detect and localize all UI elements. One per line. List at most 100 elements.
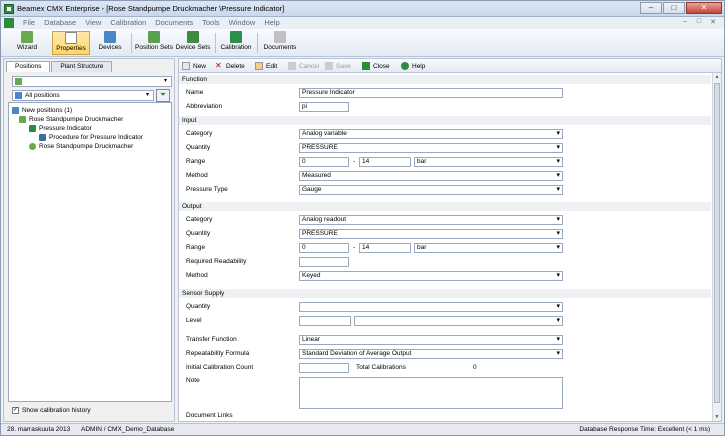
- mdi-close-button[interactable]: ✕: [708, 18, 718, 27]
- checkmark-icon: ✓: [12, 407, 19, 414]
- out-unit-select[interactable]: bar: [414, 243, 563, 253]
- tree-node-new-positions[interactable]: New positions (1): [12, 107, 72, 114]
- scroll-thumb[interactable]: [714, 83, 720, 403]
- position-icon: [15, 78, 22, 85]
- required-readability-field[interactable]: [299, 257, 349, 267]
- delete-button[interactable]: ✕ Delete: [215, 61, 245, 71]
- tab-plant-structure[interactable]: Plant Structure: [51, 61, 113, 72]
- pressure-type-select[interactable]: Gauge: [299, 185, 563, 195]
- mdi-minimize-button[interactable]: –: [680, 18, 690, 27]
- name-label: Name: [186, 89, 204, 96]
- maximize-button[interactable]: □: [663, 2, 685, 14]
- abbreviation-field[interactable]: pi: [299, 102, 349, 112]
- navigation-pane: Positions Plant Structure ▾ All position…: [3, 58, 175, 422]
- menu-tools[interactable]: Tools: [202, 18, 220, 27]
- filter-icon[interactable]: ⏷: [156, 89, 170, 102]
- edit-button[interactable]: Edit: [255, 61, 277, 71]
- filter-list-icon: [15, 92, 22, 99]
- form-scrollbar[interactable]: ▲ ▼: [712, 73, 721, 421]
- close-button[interactable]: Close: [362, 61, 390, 71]
- menu-window[interactable]: Window: [229, 18, 256, 27]
- sensor-quantity-label: Quantity: [186, 303, 211, 310]
- position-sets-button[interactable]: Position Sets: [134, 31, 174, 55]
- menu-bar: File Database View Calibration Documents…: [1, 17, 724, 29]
- help-button[interactable]: Help: [401, 61, 425, 71]
- out-range-min-field[interactable]: 0: [299, 243, 349, 253]
- new-button[interactable]: New: [182, 61, 206, 71]
- close-label: Close: [373, 62, 390, 70]
- sensor-level-unit-select[interactable]: [354, 316, 563, 326]
- tree-node-rose-2[interactable]: Rose Standpumpe Druckmacher: [29, 143, 133, 150]
- document-window-icon[interactable]: [4, 18, 14, 28]
- out-category-select[interactable]: Analog readout: [299, 215, 563, 225]
- in-category-select[interactable]: Analog variable: [299, 129, 563, 139]
- initial-calibration-count-label: Initial Calibration Count: [186, 364, 254, 371]
- section-input: Input: [179, 116, 711, 125]
- out-range-max-field[interactable]: 14: [359, 243, 411, 253]
- properties-toolbar: New ✕ Delete Edit Cancel Save Close Help: [179, 59, 721, 73]
- calibration-button[interactable]: Calibration: [219, 31, 253, 55]
- view-selector[interactable]: ▾: [12, 76, 172, 87]
- tree-node-procedure[interactable]: Procedure for Pressure Indicator: [39, 134, 143, 141]
- in-quantity-select[interactable]: PRESSURE: [299, 143, 563, 153]
- properties-label: Properties: [56, 45, 86, 52]
- menu-view[interactable]: View: [85, 18, 101, 27]
- menu-help[interactable]: Help: [264, 18, 279, 27]
- in-unit-select[interactable]: bar: [414, 157, 563, 167]
- menu-database[interactable]: Database: [44, 18, 76, 27]
- minimize-button[interactable]: –: [640, 2, 662, 14]
- show-history-checkbox[interactable]: ✓ Show calibration history: [12, 407, 91, 414]
- in-range-max-field[interactable]: 14: [359, 157, 411, 167]
- position-sets-label: Position Sets: [135, 44, 173, 51]
- tree-label: Pressure Indicator: [39, 125, 92, 132]
- save-button[interactable]: Save: [325, 61, 351, 71]
- delete-label: Delete: [226, 62, 245, 70]
- mdi-restore-button[interactable]: □: [694, 18, 704, 27]
- wizard-button[interactable]: Wizard: [11, 31, 43, 55]
- position-tree: New positions (1) Rose Standpumpe Druckm…: [8, 102, 172, 402]
- tree-node-pressure-indicator[interactable]: Pressure Indicator: [29, 125, 92, 132]
- out-range-label: Range: [186, 244, 206, 251]
- menu-calibration[interactable]: Calibration: [110, 18, 146, 27]
- documents-button[interactable]: Documents: [262, 31, 298, 55]
- transfer-function-select[interactable]: Linear: [299, 335, 563, 345]
- position-icon: [19, 116, 26, 123]
- calibration-icon: [230, 31, 242, 43]
- scroll-up-icon[interactable]: ▲: [714, 74, 720, 80]
- calibration-label: Calibration: [220, 44, 252, 51]
- help-icon: [401, 62, 409, 70]
- name-field[interactable]: Pressure Indicator: [299, 88, 563, 98]
- tab-positions[interactable]: Positions: [6, 61, 51, 72]
- status-date: 28. marraskuuta 2013: [7, 426, 71, 433]
- menu-file[interactable]: File: [23, 18, 35, 27]
- cancel-button[interactable]: Cancel: [288, 61, 319, 71]
- scroll-down-icon[interactable]: ▼: [714, 414, 720, 420]
- tree-node-rose-1[interactable]: Rose Standpumpe Druckmacher: [19, 116, 123, 123]
- in-method-select[interactable]: Measured: [299, 171, 563, 181]
- menu-documents[interactable]: Documents: [155, 18, 193, 27]
- position-filter[interactable]: All positions ▾: [12, 90, 154, 101]
- initial-calibration-count-field[interactable]: [299, 363, 349, 373]
- edit-icon: [255, 62, 263, 70]
- note-textarea[interactable]: [299, 377, 563, 409]
- section-output: Output: [179, 202, 711, 211]
- in-category-label: Category: [186, 130, 213, 137]
- cancel-label: Cancel: [299, 62, 320, 70]
- device-sets-button[interactable]: Device Sets: [175, 31, 211, 55]
- out-quantity-label: Quantity: [186, 230, 211, 237]
- chevron-down-icon: ▾: [145, 92, 149, 98]
- repeatability-formula-select[interactable]: Standard Deviation of Average Output: [299, 349, 563, 359]
- properties-button[interactable]: Properties: [52, 31, 90, 55]
- close-window-button[interactable]: ✕: [686, 2, 722, 14]
- out-quantity-select[interactable]: PRESSURE: [299, 229, 563, 239]
- sensor-quantity-select[interactable]: [299, 302, 563, 312]
- out-method-select[interactable]: Keyed: [299, 271, 563, 281]
- tree-label: Rose Standpumpe Druckmacher: [29, 116, 124, 123]
- help-label: Help: [412, 62, 426, 70]
- in-quantity-label: Quantity: [186, 144, 211, 151]
- document-links-label: Document Links: [186, 412, 233, 419]
- repeatability-formula-label: Repeatability Formula: [186, 350, 250, 357]
- in-range-min-field[interactable]: 0: [299, 157, 349, 167]
- sensor-level-field[interactable]: [299, 316, 351, 326]
- devices-button[interactable]: Devices: [95, 31, 125, 55]
